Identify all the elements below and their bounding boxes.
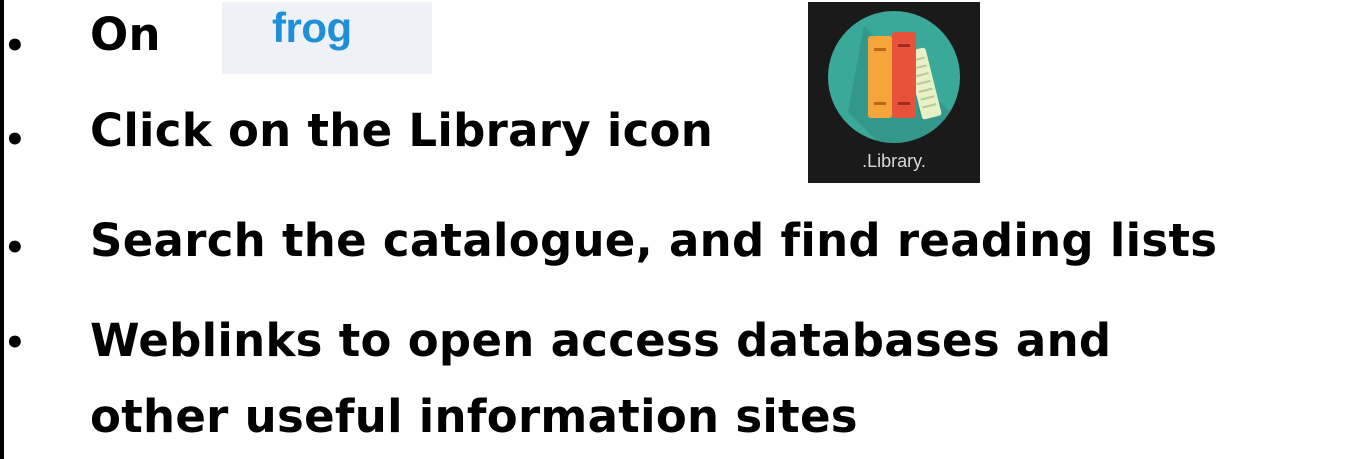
bullet-text-continuation: other useful information sites [90,390,858,443]
books-icon [828,11,960,143]
frog-logo-text: frog [272,4,352,51]
bullet-marker: • [4,228,26,268]
bullet-text-search: Search the catalogue, and find reading l… [90,214,1218,267]
bullet-text-on: On [90,8,161,61]
library-caption: .Library. [862,151,926,171]
bullet-marker: • [4,120,26,160]
bullet-marker: • [4,323,26,363]
frog-logo[interactable]: frog [222,2,432,74]
library-app-tile[interactable]: .Library. [808,2,980,183]
bullet-marker: • [4,26,26,66]
bullet-text-weblinks: Weblinks to open access databases and [90,314,1112,367]
bullet-text-library: Click on the Library icon [90,104,714,157]
